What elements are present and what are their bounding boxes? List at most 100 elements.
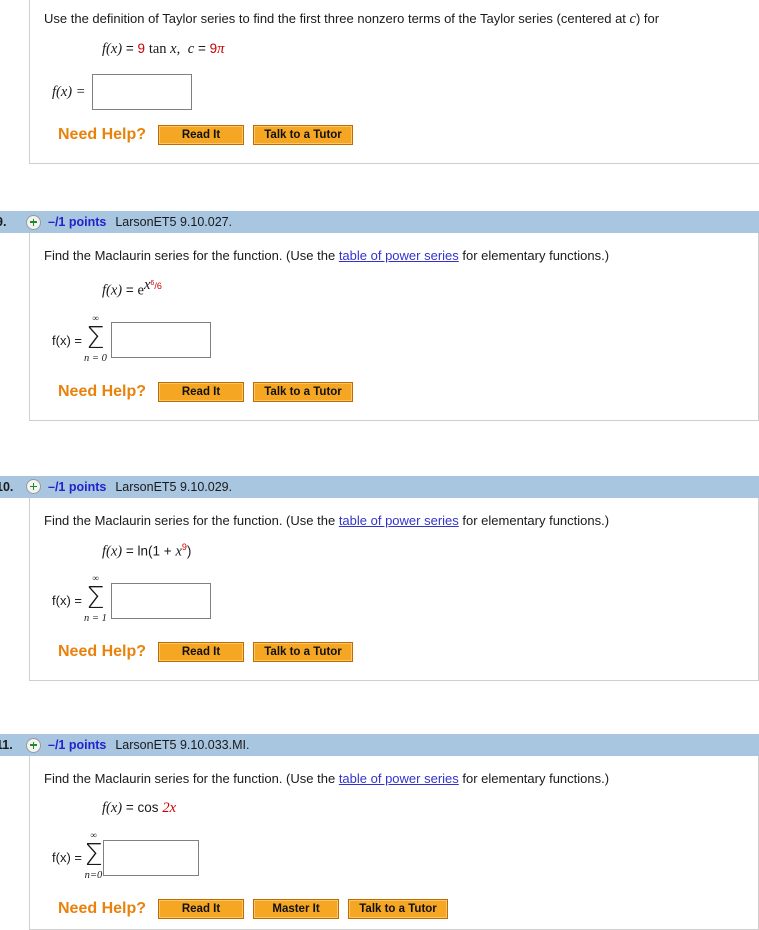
read-it-button-8[interactable]: Read It (158, 125, 245, 145)
read-it-button-10[interactable]: Read It (158, 642, 245, 662)
sigma-glyph-10: Σ (85, 581, 105, 616)
question-prompt-11: Find the Maclaurin series for the functi… (44, 770, 758, 787)
question-body-11: Find the Maclaurin series for the functi… (29, 756, 759, 930)
function-lhs-9: f(x) (102, 282, 123, 299)
help-row-11: Need Help? Read It Master It Talk to a T… (58, 899, 758, 919)
function-exp-rest-9: /6 (154, 281, 162, 291)
question-prompt-8: Use the definition of Taylor series to f… (44, 10, 759, 28)
question-prompt-9: Find the Maclaurin series for the functi… (44, 247, 758, 264)
sum-lower-limit-9: n = 0 (83, 352, 107, 364)
question-body-9: Find the Maclaurin series for the functi… (29, 233, 759, 421)
answer-row-10: f(x) = ∞ Σ n = 1 (52, 574, 758, 627)
question-body-10: Find the Maclaurin series for the functi… (29, 497, 759, 681)
answer-label-8: f(x) = (52, 83, 86, 100)
function-equals-11: = (125, 800, 134, 815)
function-definition-11: f(x) = cos 2x (102, 800, 758, 817)
function-lhs-8: f(x) (102, 41, 123, 57)
question-header-11: 11. –/1 points LarsonET5 9.10.033.MI. (0, 734, 759, 756)
question-prompt-10: Find the Maclaurin series for the functi… (44, 512, 758, 529)
question-number-9: 9. (0, 215, 7, 229)
prompt-text-8b: ) for (635, 11, 660, 26)
answer-row-8: f(x) = (52, 74, 759, 110)
function-lhs-10: f(x) (102, 543, 123, 559)
prompt-text-8a: Use the definition of Taylor series to f… (44, 11, 630, 26)
need-help-label-9: Need Help? (58, 382, 147, 400)
function-text-pre-10: ln(1 + (137, 543, 176, 558)
prompt-text-10a: Find the Maclaurin series for the functi… (44, 512, 339, 528)
points-label-9: –/1 points (48, 215, 107, 229)
center-equals-8: = (197, 41, 206, 56)
expand-plus-icon-11[interactable] (26, 737, 41, 753)
function-equals-8: = (125, 41, 134, 56)
prompt-text-10b: for elementary functions.) (458, 512, 610, 528)
function-body-8: tan x, (148, 41, 181, 57)
table-of-power-series-link-9[interactable]: table of power series (339, 248, 459, 263)
talk-to-tutor-button-10[interactable]: Talk to a Tutor (253, 642, 354, 662)
answer-input-11[interactable] (102, 839, 199, 876)
function-definition-9: f(x) = ex6/6 (102, 277, 758, 300)
need-help-label-11: Need Help? (58, 900, 147, 917)
function-definition-10: f(x) = ln(1 + x9) (102, 542, 758, 561)
function-coefficient-8: 9 (137, 41, 146, 56)
table-of-power-series-link-11[interactable]: table of power series (339, 771, 459, 786)
answer-input-9[interactable] (110, 322, 211, 358)
function-equals-9: = (125, 282, 134, 298)
points-label-10: –/1 points (48, 479, 107, 494)
talk-to-tutor-button-9[interactable]: Talk to a Tutor (253, 381, 354, 402)
function-text-pre-11: cos (137, 800, 163, 815)
expand-plus-icon-9[interactable] (26, 214, 41, 230)
talk-to-tutor-button-11[interactable]: Talk to a Tutor (348, 899, 449, 919)
function-red-11: 2x (162, 800, 176, 816)
answer-label-9: f(x) = (52, 332, 82, 348)
help-row-8: Need Help? Read It Talk to a Tutor (58, 125, 759, 145)
question-body-8: Use the definition of Taylor series to f… (29, 0, 759, 164)
sum-lower-limit-10: n = 1 (83, 613, 107, 624)
need-help-label-8: Need Help? (58, 126, 147, 143)
answer-label-11: f(x) = (52, 850, 82, 865)
center-value-8: 9 (209, 41, 218, 56)
table-of-power-series-link-10[interactable]: table of power series (339, 513, 459, 528)
summation-symbol-11: ∞ Σ n=0 (84, 831, 103, 884)
answer-row-11: f(x) = ∞ Σ n=0 (52, 831, 758, 884)
help-row-9: Need Help? Read It Talk to a Tutor (58, 381, 758, 402)
center-var-8: c (187, 41, 195, 57)
answer-label-10: f(x) = (52, 593, 82, 608)
center-symbol-8: π (217, 41, 225, 57)
points-label-11: –/1 points (48, 738, 107, 752)
sigma-glyph-9: Σ (85, 320, 105, 356)
answer-input-8[interactable] (91, 74, 192, 110)
summation-symbol-10: ∞ Σ n = 1 (84, 574, 107, 627)
question-block-11: 11. –/1 points LarsonET5 9.10.033.MI. Fi… (0, 734, 759, 930)
expand-plus-icon-10[interactable] (26, 479, 41, 494)
talk-to-tutor-button-8[interactable]: Talk to a Tutor (253, 125, 354, 145)
read-it-button-9[interactable]: Read It (158, 381, 245, 402)
summation-symbol-9: ∞ Σ n = 0 (83, 313, 107, 367)
answer-row-9: f(x) = ∞ Σ n = 0 (52, 313, 758, 367)
prompt-text-9a: Find the Maclaurin series for the functi… (44, 248, 339, 263)
prompt-text-11b: for elementary functions.) (458, 771, 610, 786)
question-header-10: 10. –/1 points LarsonET5 9.10.029. (0, 475, 759, 498)
prompt-text-11a: Find the Maclaurin series for the functi… (44, 771, 339, 786)
function-lhs-11: f(x) (102, 800, 123, 816)
question-number-11: 11. (0, 738, 13, 752)
master-it-button-11[interactable]: Master It (253, 899, 340, 919)
question-header-9: 9. –/1 points LarsonET5 9.10.027. (0, 211, 759, 233)
question-block-10: 10. –/1 points LarsonET5 9.10.029. Find … (0, 475, 759, 681)
answer-input-10[interactable] (110, 582, 211, 619)
prompt-text-9b: for elementary functions.) (458, 248, 610, 263)
sum-lower-limit-11: n=0 (84, 870, 103, 881)
sigma-glyph-11: Σ (83, 838, 103, 873)
question-reference-11: LarsonET5 9.10.033.MI. (115, 738, 250, 752)
question-block-8: Use the definition of Taylor series to f… (0, 0, 759, 164)
question-number-10: 10. (0, 479, 14, 494)
read-it-button-11[interactable]: Read It (158, 899, 245, 919)
help-row-10: Need Help? Read It Talk to a Tutor (58, 642, 758, 662)
function-equals-10: = (125, 543, 134, 558)
need-help-label-10: Need Help? (58, 643, 147, 660)
function-text-post-10: ) (186, 543, 192, 558)
question-reference-10: LarsonET5 9.10.029. (115, 479, 233, 494)
question-block-9: 9. –/1 points LarsonET5 9.10.027. Find t… (0, 211, 759, 421)
